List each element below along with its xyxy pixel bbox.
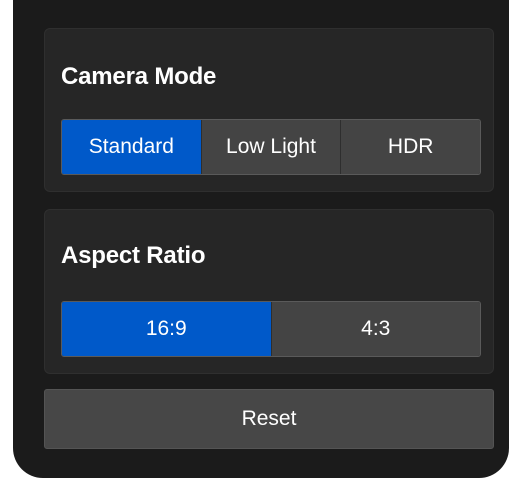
aspect-ratio-segmented-control: 16:9 4:3 bbox=[61, 301, 481, 357]
camera-mode-segmented-control: Standard Low Light HDR bbox=[61, 119, 481, 175]
camera-mode-option-hdr[interactable]: HDR bbox=[340, 120, 480, 174]
camera-mode-card: Camera Mode Standard Low Light HDR bbox=[44, 28, 494, 192]
aspect-ratio-card: Aspect Ratio 16:9 4:3 bbox=[44, 209, 494, 374]
camera-mode-option-standard[interactable]: Standard bbox=[62, 120, 201, 174]
camera-mode-title: Camera Mode bbox=[61, 63, 217, 90]
aspect-ratio-option-4-3[interactable]: 4:3 bbox=[270, 302, 480, 356]
aspect-ratio-title: Aspect Ratio bbox=[61, 242, 206, 269]
reset-button[interactable]: Reset bbox=[44, 389, 494, 449]
settings-panel: Camera Mode Standard Low Light HDR Aspec… bbox=[13, 0, 509, 478]
aspect-ratio-option-16-9[interactable]: 16:9 bbox=[62, 302, 271, 356]
camera-mode-option-low-light[interactable]: Low Light bbox=[200, 120, 341, 174]
